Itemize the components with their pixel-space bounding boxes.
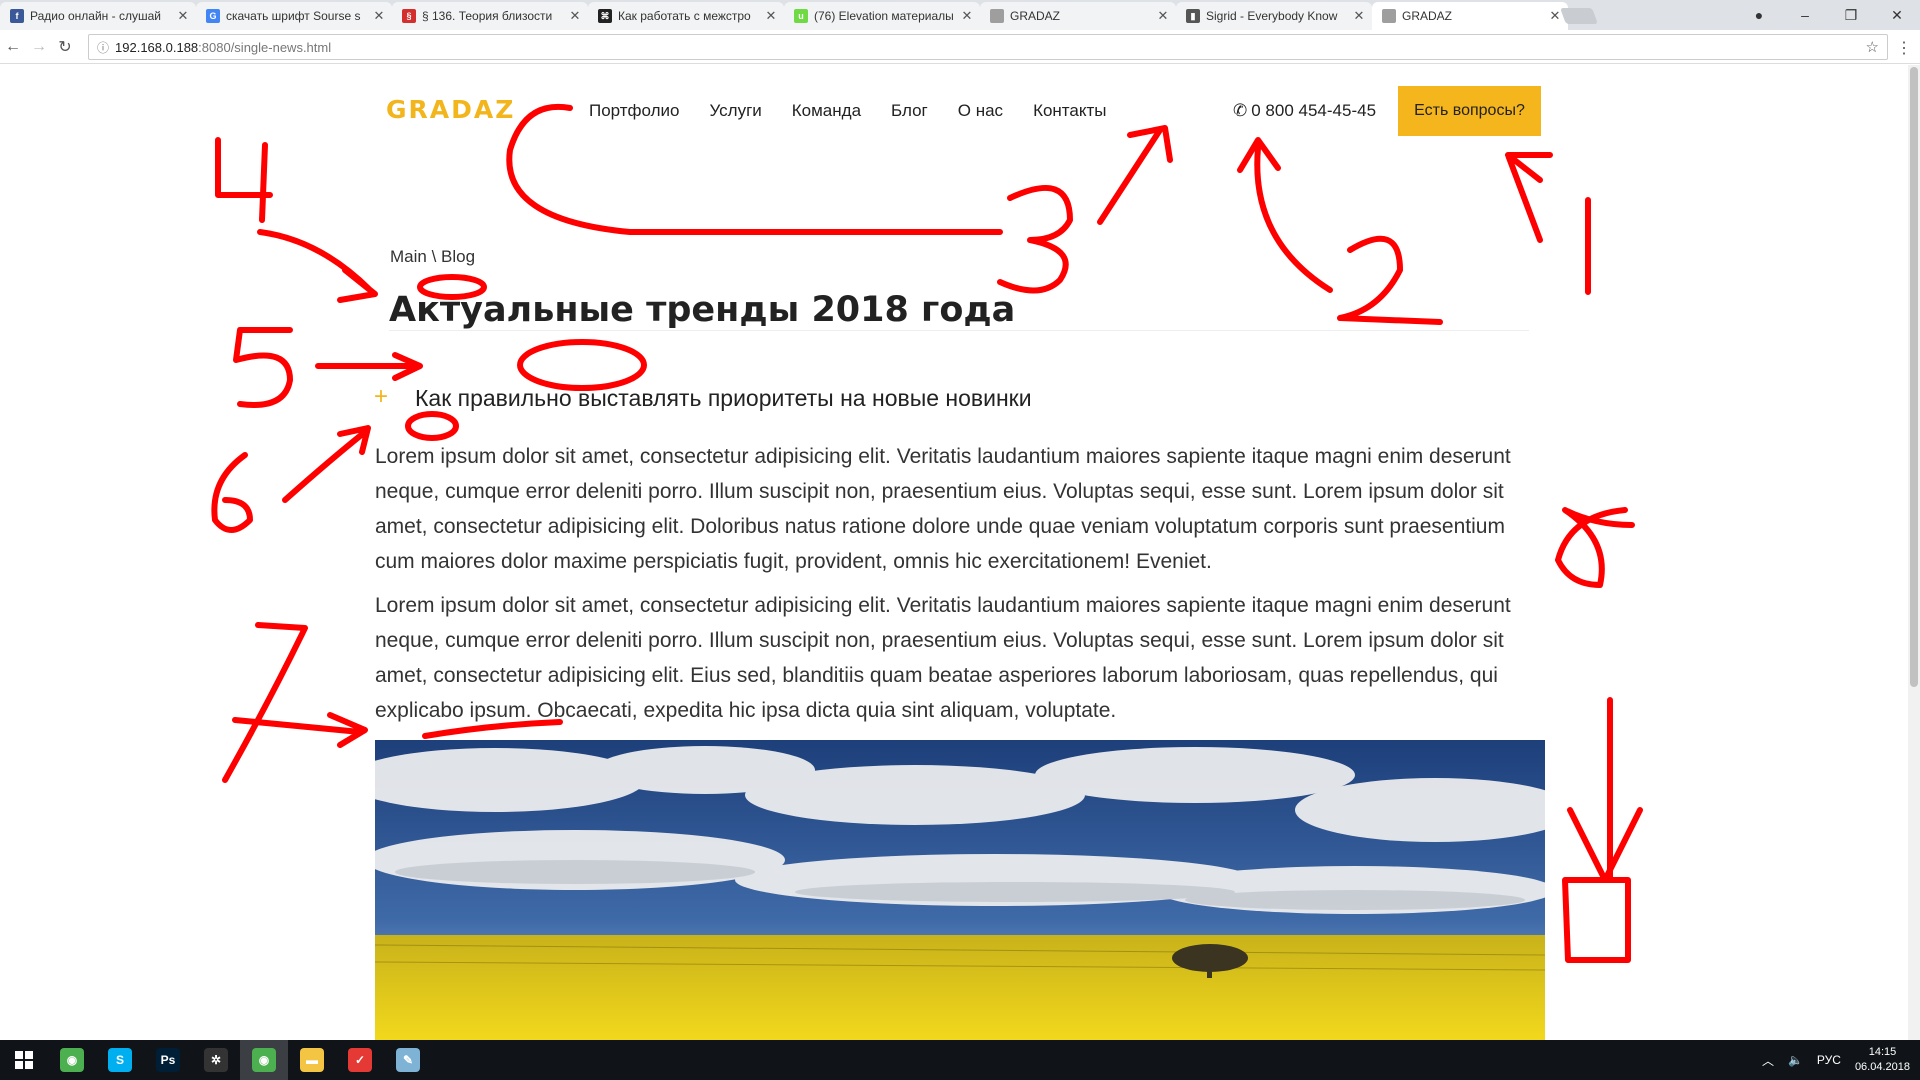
nav-item[interactable]: О нас bbox=[958, 101, 1003, 121]
facebook-icon: f bbox=[10, 9, 24, 23]
nav-item[interactable]: Команда bbox=[792, 101, 861, 121]
browser-tab[interactable]: f Радио онлайн - слушай ✕ bbox=[0, 2, 196, 30]
chrome-icon: ◉ bbox=[60, 1048, 84, 1072]
skype-icon: S bbox=[108, 1048, 132, 1072]
volume-icon[interactable]: 🔈 bbox=[1788, 1053, 1803, 1067]
browser-tab[interactable]: Gскачать шрифт Sourse s ✕ bbox=[196, 2, 392, 30]
phone-icon: ✆ bbox=[1233, 101, 1248, 120]
folder-icon: ▬ bbox=[300, 1048, 324, 1072]
address-bar[interactable]: ⓘ 192.168.0.188:8080/single-news.html ☆ bbox=[88, 34, 1888, 60]
breadcrumb: Main \ Blog bbox=[390, 247, 476, 266]
title-divider bbox=[389, 330, 1529, 331]
scrollbar-thumb[interactable] bbox=[1910, 67, 1918, 687]
tab-close-icon[interactable]: ✕ bbox=[176, 8, 190, 24]
tray-chevron-icon[interactable]: ︿ bbox=[1762, 1052, 1774, 1069]
forward-icon[interactable]: → bbox=[26, 38, 52, 56]
app-icon: ✲ bbox=[204, 1048, 228, 1072]
article-subtitle: Как правильно выставлять приоритеты на н… bbox=[415, 385, 1032, 411]
url-host: 192.168.0.188 bbox=[115, 39, 199, 55]
browser-toolbar: ← → ↻ ⓘ 192.168.0.188:8080/single-news.h… bbox=[0, 30, 1920, 64]
taskbar-app[interactable]: ◉ bbox=[48, 1040, 96, 1080]
info-icon[interactable]: ⓘ bbox=[97, 39, 109, 56]
windows-taskbar: ◉ S Ps ✲ ◉ ▬ ✓ ✎ ︿ 🔈 РУС 14:15 06.04.2018 bbox=[0, 1040, 1920, 1080]
taskbar-app[interactable]: ✲ bbox=[192, 1040, 240, 1080]
reload-icon[interactable]: ↻ bbox=[52, 37, 78, 57]
browser-tab[interactable]: GRADAZ ✕ bbox=[1372, 2, 1568, 30]
tab-title: скачать шрифт Sourse s bbox=[226, 9, 361, 23]
tab-title: Как работать с межстро bbox=[618, 9, 751, 23]
notepad-icon: ✎ bbox=[396, 1048, 420, 1072]
taskbar-app[interactable]: ✓ bbox=[336, 1040, 384, 1080]
browser-menu-icon[interactable]: ⋮ bbox=[1896, 38, 1912, 58]
page-scrollbar[interactable] bbox=[1908, 65, 1920, 1040]
photoshop-icon: Ps bbox=[156, 1048, 180, 1072]
minimize-icon[interactable]: – bbox=[1782, 7, 1828, 23]
page-title: Актуальные тренды 2018 года bbox=[389, 290, 1016, 330]
profile-icon[interactable]: ● bbox=[1736, 7, 1782, 23]
tab-close-icon[interactable]: ✕ bbox=[1548, 8, 1562, 24]
article-paragraph: Lorem ipsum dolor sit amet, consectetur … bbox=[375, 445, 1511, 573]
back-icon[interactable]: ← bbox=[0, 38, 26, 56]
browser-tab[interactable]: § § 136. Теория близости ✕ bbox=[392, 2, 588, 30]
bookmark-star-icon[interactable]: ☆ bbox=[1866, 38, 1879, 56]
clock-date: 06.04.2018 bbox=[1854, 1061, 1910, 1073]
article-hero-image bbox=[375, 740, 1545, 1040]
restore-icon[interactable]: ❐ bbox=[1828, 7, 1874, 24]
page-icon bbox=[1382, 9, 1396, 23]
nav-item[interactable]: Портфолио bbox=[589, 101, 679, 121]
tab-strip: f Радио онлайн - слушай ✕ Gскачать шрифт So… bbox=[0, 0, 1920, 30]
clock-time: 14:15 bbox=[1868, 1046, 1897, 1058]
tab-title: § 136. Теория близости bbox=[422, 9, 553, 23]
system-tray: ︿ 🔈 РУС 14:15 06.04.2018 bbox=[1762, 1040, 1910, 1080]
tab-close-icon[interactable]: ✕ bbox=[960, 8, 974, 24]
main-nav: Портфолио Услуги Команда Блог О нас Контакты bbox=[589, 101, 1107, 121]
phone-link[interactable]: ✆ 0 800 454-45-45 bbox=[1233, 101, 1376, 121]
new-tab-button[interactable] bbox=[1560, 8, 1598, 24]
phone-number: 0 800 454-45-45 bbox=[1251, 101, 1377, 120]
command-icon: ⌘ bbox=[598, 9, 612, 23]
article-paragraph: Lorem ipsum dolor sit amet, consectetur … bbox=[375, 594, 1511, 722]
browser-tab[interactable]: ▮ Sigrid - Everybody Know ✕ bbox=[1176, 2, 1372, 30]
tab-title: GRADAZ bbox=[1010, 9, 1061, 23]
tab-close-icon[interactable]: ✕ bbox=[1156, 8, 1170, 24]
chrome-icon: ◉ bbox=[252, 1048, 276, 1072]
tab-title: (76) Elevation материалы bbox=[814, 9, 954, 23]
language-indicator[interactable]: РУС bbox=[1817, 1053, 1841, 1067]
tab-title: Sigrid - Everybody Know bbox=[1206, 9, 1338, 23]
site-logo[interactable]: GRADAZ bbox=[386, 95, 515, 124]
tab-close-icon[interactable]: ✕ bbox=[568, 8, 582, 24]
google-icon: G bbox=[206, 9, 220, 23]
web-page: GRADAZ Портфолио Услуги Команда Блог О нас Ко… bbox=[0, 65, 1920, 1040]
bars-icon: ▮ bbox=[1186, 9, 1200, 23]
taskbar-app[interactable]: ◉ bbox=[240, 1040, 288, 1080]
red-site-icon: § bbox=[402, 9, 416, 23]
ask-question-button[interactable]: Есть вопросы? bbox=[1398, 86, 1541, 136]
taskbar-app[interactable]: ▬ bbox=[288, 1040, 336, 1080]
window-controls: ● – ❐ ✕ bbox=[1736, 0, 1920, 30]
page-icon bbox=[990, 9, 1004, 23]
windows-start-icon[interactable] bbox=[0, 1040, 48, 1080]
nav-item[interactable]: Услуги bbox=[709, 101, 761, 121]
browser-tab[interactable]: ⌘ Как работать с межстро ✕ bbox=[588, 2, 784, 30]
clock[interactable]: 14:15 06.04.2018 bbox=[1855, 1045, 1910, 1075]
url-path: :8080/single-news.html bbox=[198, 39, 332, 55]
taskbar-app[interactable]: Ps bbox=[144, 1040, 192, 1080]
upwork-icon: u bbox=[794, 9, 808, 23]
taskbar-app[interactable]: S bbox=[96, 1040, 144, 1080]
field-landscape-image bbox=[375, 740, 1545, 1040]
tab-title: Радио онлайн - слушай bbox=[30, 9, 161, 23]
browser-tab[interactable]: u (76) Elevation материалы ✕ bbox=[784, 2, 980, 30]
plus-icon: + bbox=[374, 383, 389, 410]
taskbar-app[interactable]: ✎ bbox=[384, 1040, 432, 1080]
nav-item[interactable]: Контакты bbox=[1033, 101, 1106, 121]
browser-tab[interactable]: GRADAZ ✕ bbox=[980, 2, 1176, 30]
tab-close-icon[interactable]: ✕ bbox=[1352, 8, 1366, 24]
tab-close-icon[interactable]: ✕ bbox=[372, 8, 386, 24]
tab-close-icon[interactable]: ✕ bbox=[764, 8, 778, 24]
tab-title: GRADAZ bbox=[1402, 9, 1453, 23]
close-window-icon[interactable]: ✕ bbox=[1874, 7, 1920, 24]
todo-icon: ✓ bbox=[348, 1048, 372, 1072]
nav-item[interactable]: Блог bbox=[891, 101, 928, 121]
